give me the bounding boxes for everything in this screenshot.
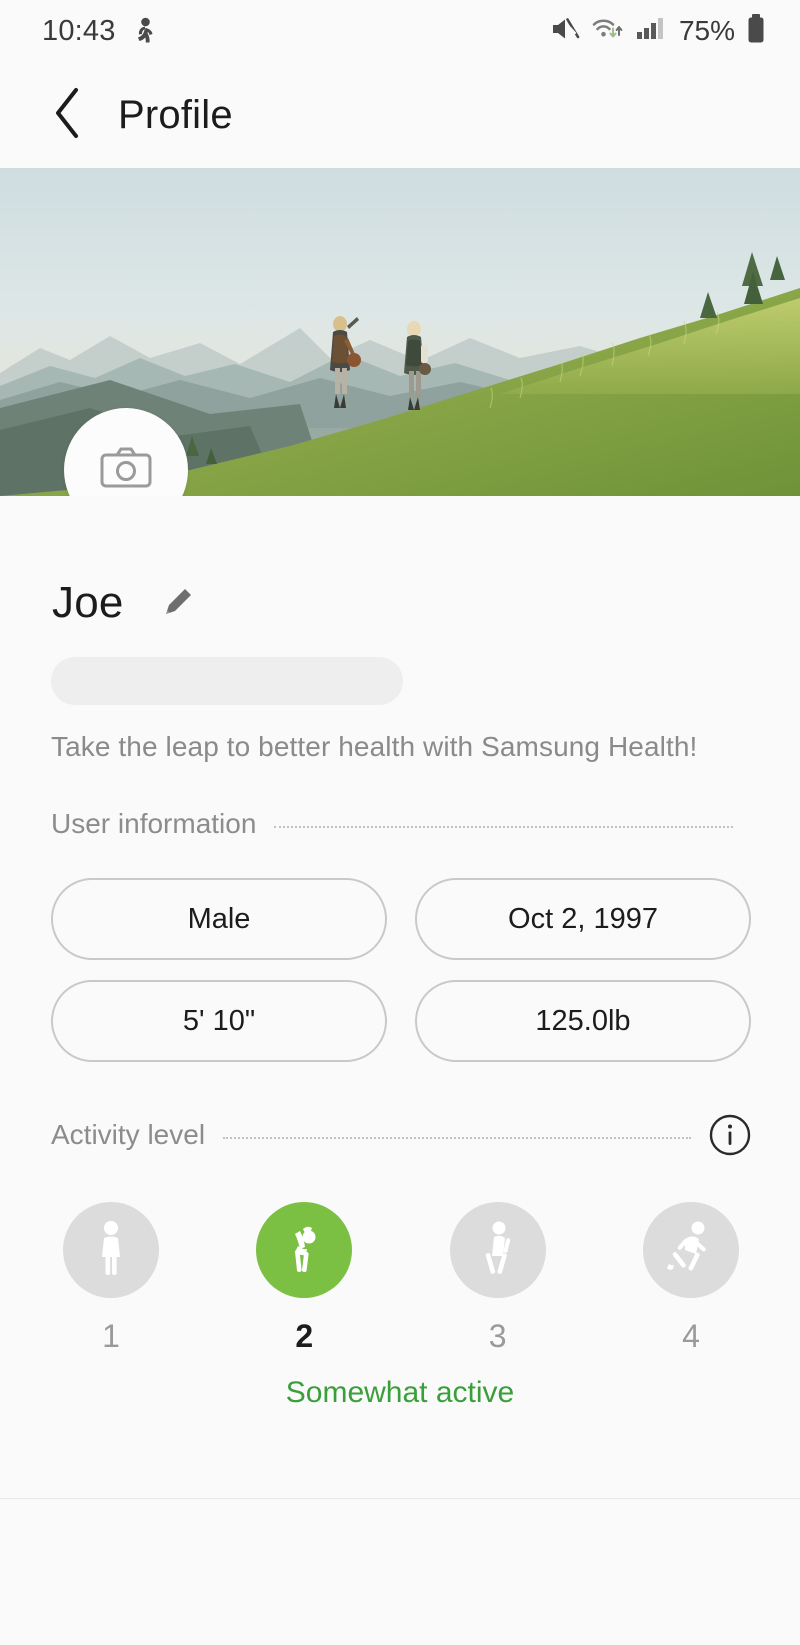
page-title: Profile (118, 92, 233, 137)
profile-body: Joe Take the leap to better health with … (0, 496, 800, 1645)
activity-level-option-4[interactable]: 4 (631, 1202, 751, 1355)
title-bar: Profile (0, 62, 800, 168)
dotted-divider (223, 1137, 691, 1139)
weight-field[interactable]: 125.0lb (415, 980, 751, 1062)
pencil-icon[interactable] (158, 584, 196, 622)
activity-level-picker: 1 2 3 4 (51, 1202, 751, 1355)
activity-level-option-2[interactable]: 2 (244, 1202, 364, 1355)
battery-icon (746, 13, 766, 49)
back-button[interactable] (40, 87, 96, 143)
status-message-placeholder[interactable] (51, 657, 403, 705)
activity-level-number-3: 3 (488, 1318, 507, 1354)
activity-level-option-3[interactable]: 3 (438, 1202, 558, 1355)
height-field[interactable]: 5' 10" (51, 980, 387, 1062)
user-information-label: User information (51, 808, 257, 839)
gender-field[interactable]: Male (51, 878, 387, 960)
activity-level-option-1[interactable]: 1 (51, 1202, 171, 1355)
dotted-divider (274, 826, 733, 828)
user-information-fields: Male Oct 2, 1997 5' 10" 125.0lb (51, 878, 751, 1082)
profile-tagline: Take the leap to better health with Sams… (51, 731, 698, 762)
fitness-app-icon (132, 17, 158, 45)
mute-icon (550, 16, 580, 47)
chevron-left-icon (51, 86, 85, 145)
activity-level-section-header: Activity level (51, 1114, 751, 1156)
activity-level-circle-4 (642, 1202, 739, 1298)
info-icon[interactable] (709, 1114, 751, 1156)
status-bar: 10:43 75% (0, 0, 800, 62)
activity-level-description: Somewhat active (285, 1376, 515, 1409)
bottom-divider (0, 1498, 800, 1499)
activity-level-number-2: 2 (295, 1318, 314, 1354)
profile-screen: 10:43 75% Profile Joe Take the leap to b… (0, 0, 800, 1645)
stretching-person-icon (279, 1217, 329, 1284)
activity-level-label: Activity level (51, 1119, 206, 1150)
activity-level-circle-1 (63, 1202, 159, 1298)
user-info-row-1: Male Oct 2, 1997 (51, 878, 751, 960)
user-information-section-header: User information (51, 808, 751, 840)
gender-value: Male (187, 902, 251, 935)
activity-level-circle-3 (449, 1202, 546, 1298)
birthdate-value: Oct 2, 1997 (508, 902, 658, 935)
activity-level-number-4: 4 (682, 1318, 700, 1354)
running-person-icon (665, 1217, 717, 1284)
battery-percent: 75% (678, 15, 735, 46)
height-value: 5' 10" (182, 1004, 256, 1037)
status-time: 10:43 (42, 14, 116, 47)
profile-name-row[interactable]: Joe (52, 578, 196, 628)
camera-icon (100, 447, 152, 494)
user-info-row-2: 5' 10" 125.0lb (51, 980, 751, 1062)
activity-level-circle-2 (256, 1202, 353, 1298)
status-bar-right: 75% (550, 13, 766, 49)
wifi-icon (591, 16, 625, 47)
profile-name: Joe (52, 578, 124, 627)
signal-icon (636, 16, 666, 47)
weight-value: 125.0lb (535, 1004, 631, 1037)
birthdate-field[interactable]: Oct 2, 1997 (415, 878, 751, 960)
walking-person-icon (474, 1217, 522, 1284)
activity-level-number-1: 1 (102, 1318, 120, 1354)
standing-person-icon (87, 1217, 135, 1284)
status-bar-left: 10:43 (42, 15, 158, 48)
